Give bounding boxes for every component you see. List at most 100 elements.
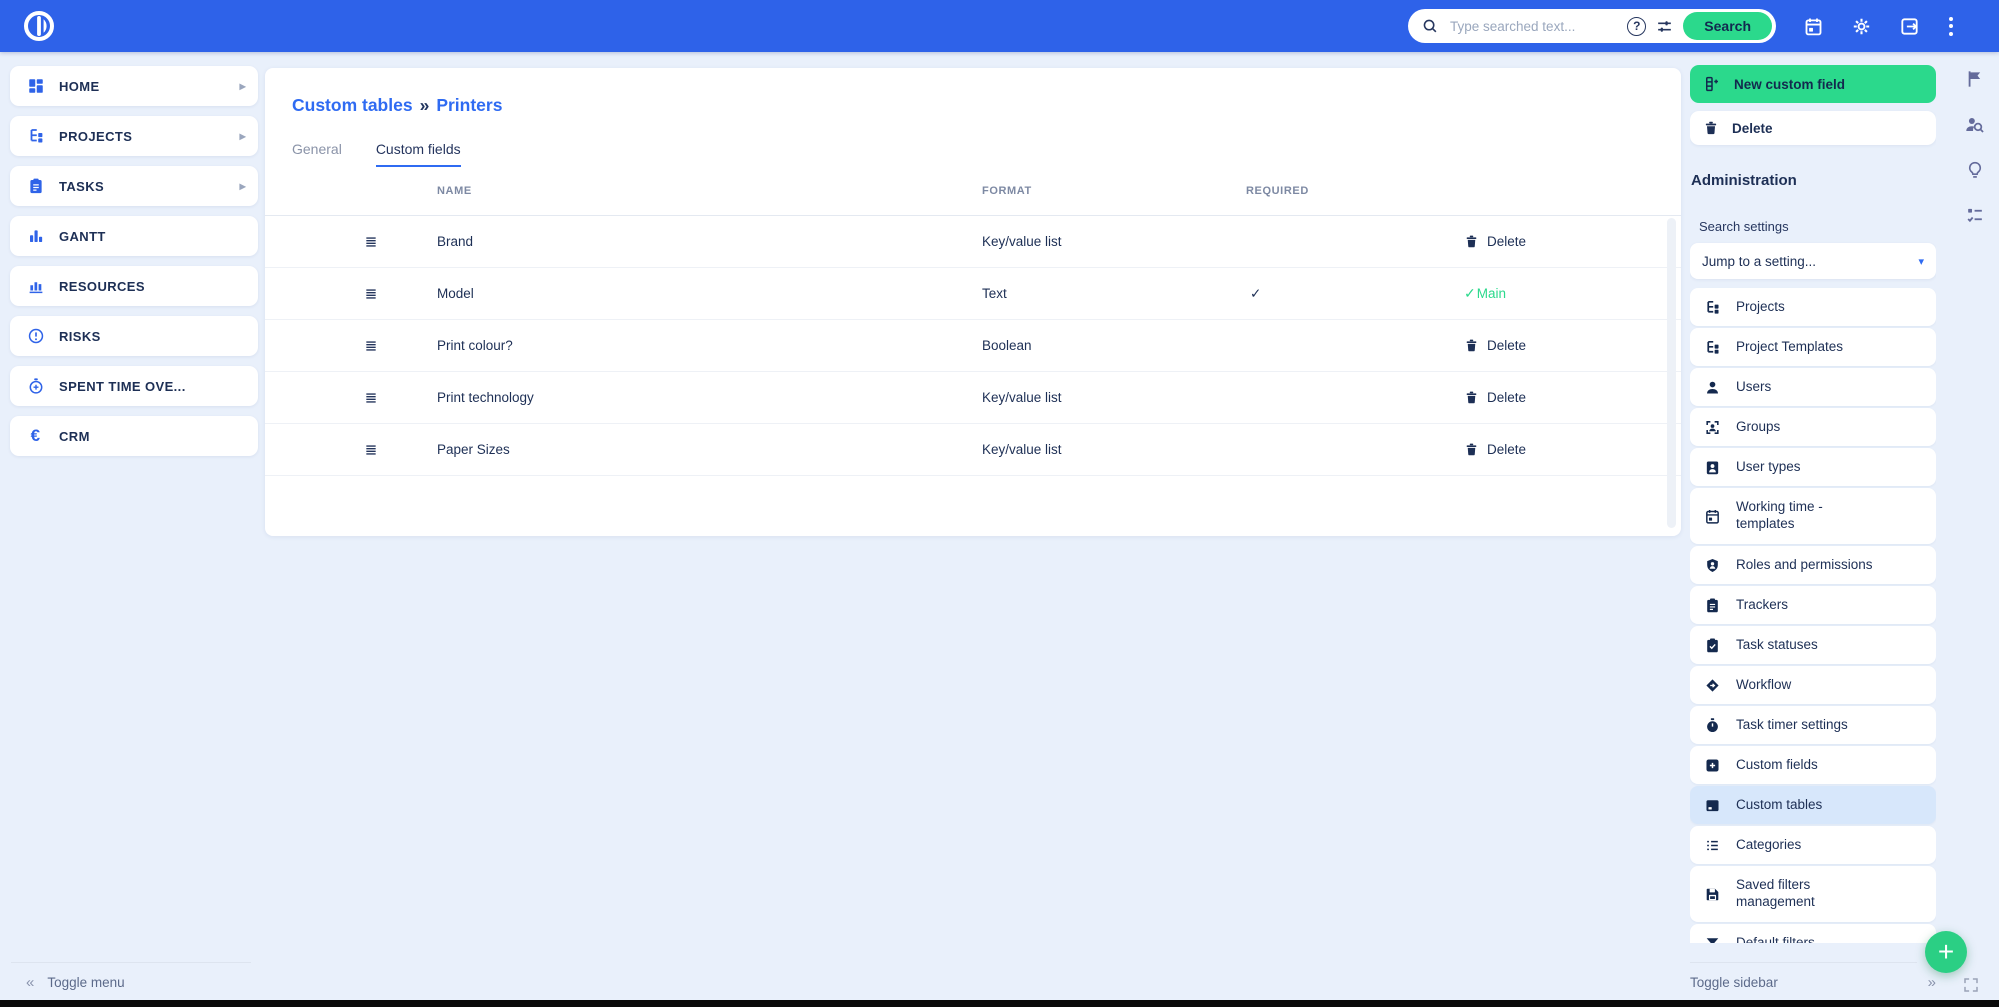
chevron-right-icon: ▸ bbox=[239, 129, 246, 143]
shield-user-icon bbox=[1703, 557, 1722, 574]
custom-fields-table: NAME FORMAT REQUIRED Brand Key/value lis… bbox=[265, 167, 1681, 476]
tab-general[interactable]: General bbox=[292, 141, 342, 167]
search-input[interactable] bbox=[1448, 17, 1619, 35]
search-button[interactable]: Search bbox=[1683, 12, 1772, 40]
admin-item-custom-fields[interactable]: Custom fields bbox=[1690, 746, 1936, 784]
drag-handle-icon[interactable] bbox=[305, 339, 437, 353]
trash-icon bbox=[1464, 442, 1479, 457]
field-format: Text bbox=[982, 286, 1007, 301]
tab-custom-fields[interactable]: Custom fields bbox=[375, 141, 461, 167]
sidebar-item-crm[interactable]: € CRM bbox=[10, 416, 258, 456]
right-icon-rail bbox=[1950, 52, 1999, 225]
admin-item-label: Project Templates bbox=[1736, 338, 1844, 354]
delete-field-button[interactable]: Delete bbox=[1464, 442, 1657, 457]
admin-item-categories[interactable]: Categories bbox=[1690, 826, 1936, 864]
sidebar-item-resources[interactable]: RESOURCES bbox=[10, 266, 258, 306]
gear-icon[interactable] bbox=[1851, 16, 1872, 37]
trash-icon bbox=[1464, 338, 1479, 353]
sidebar-item-label: TASKS bbox=[59, 178, 105, 194]
calendar-icon[interactable] bbox=[1803, 16, 1824, 37]
toggle-menu-button[interactable]: « Toggle menu bbox=[26, 974, 125, 991]
chevron-right-icon: ▸ bbox=[239, 79, 246, 93]
admin-item-users[interactable]: Users bbox=[1690, 368, 1936, 406]
sidebar-item-home[interactable]: HOME ▸ bbox=[10, 66, 258, 106]
app-logo[interactable] bbox=[22, 9, 56, 43]
admin-item-roles-permissions[interactable]: Roles and permissions bbox=[1690, 546, 1936, 584]
table-icon bbox=[1703, 797, 1722, 814]
fullscreen-icon[interactable] bbox=[1962, 976, 1980, 994]
flag-icon[interactable] bbox=[1965, 69, 1985, 89]
admin-item-label: Custom tables bbox=[1736, 796, 1823, 812]
chevron-down-icon: ▾ bbox=[1918, 255, 1924, 268]
admin-item-project-templates[interactable]: Project Templates bbox=[1690, 328, 1936, 366]
admin-item-label: Projects bbox=[1736, 298, 1785, 314]
sidebar-item-tasks[interactable]: TASKS ▸ bbox=[10, 166, 258, 206]
delete-field-button[interactable]: Delete bbox=[1464, 338, 1657, 353]
admin-item-custom-tables[interactable]: Custom tables bbox=[1690, 786, 1936, 824]
delete-field-button[interactable]: Delete bbox=[1464, 234, 1657, 249]
table-header-row: NAME FORMAT REQUIRED bbox=[265, 167, 1681, 216]
delete-field-button[interactable]: Delete bbox=[1464, 390, 1657, 405]
delete-label: Delete bbox=[1487, 234, 1527, 249]
admin-item-working-time-templates[interactable]: Working time - templates bbox=[1690, 488, 1936, 544]
admin-item-label: Custom fields bbox=[1736, 756, 1818, 772]
field-name: Print technology bbox=[437, 390, 534, 405]
sidebar-item-label: CRM bbox=[59, 428, 90, 444]
table-scrollbar[interactable] bbox=[1667, 218, 1676, 528]
drag-handle-icon[interactable] bbox=[305, 287, 437, 301]
table-row: Print colour? Boolean Delete bbox=[265, 320, 1681, 372]
admin-item-projects[interactable]: Projects bbox=[1690, 288, 1936, 326]
add-fab-button[interactable]: + bbox=[1925, 931, 1967, 973]
breadcrumb-parent-link[interactable]: Custom tables bbox=[292, 95, 413, 115]
admin-item-task-statuses[interactable]: Task statuses bbox=[1690, 626, 1936, 664]
drag-handle-icon[interactable] bbox=[305, 391, 437, 405]
new-custom-field-button[interactable]: New custom field bbox=[1690, 65, 1936, 103]
admin-item-saved-filters[interactable]: Saved filters management bbox=[1690, 866, 1936, 922]
tune-icon[interactable] bbox=[1655, 17, 1674, 36]
euro-icon: € bbox=[30, 426, 41, 445]
workflow-icon bbox=[1703, 677, 1722, 694]
sidebar-item-projects[interactable]: PROJECTS ▸ bbox=[10, 116, 258, 156]
lightbulb-icon[interactable] bbox=[1965, 160, 1985, 180]
help-icon[interactable]: ? bbox=[1627, 16, 1647, 36]
kebab-menu-icon[interactable] bbox=[1947, 15, 1955, 38]
sidebar-item-spent-time[interactable]: SPENT TIME OVE... bbox=[10, 366, 258, 406]
admin-item-trackers[interactable]: Trackers bbox=[1690, 586, 1936, 624]
checklist-icon[interactable] bbox=[1965, 205, 1985, 225]
breadcrumb-current-link[interactable]: Printers bbox=[436, 95, 502, 115]
drag-handle-icon[interactable] bbox=[305, 443, 437, 457]
toggle-sidebar-label[interactable]: Toggle sidebar bbox=[1690, 975, 1928, 990]
admin-item-task-timer-settings[interactable]: Task timer settings bbox=[1690, 706, 1936, 744]
admin-item-user-types[interactable]: User types bbox=[1690, 448, 1936, 486]
user-icon bbox=[1703, 379, 1722, 396]
tab-bar: General Custom fields bbox=[265, 141, 1681, 167]
floppy-save-icon bbox=[1703, 886, 1722, 903]
chevron-double-left-icon: « bbox=[26, 974, 35, 991]
admin-item-workflow[interactable]: Workflow bbox=[1690, 666, 1936, 704]
calendar-icon bbox=[1703, 508, 1722, 525]
main-content-card: Custom tables » Printers General Custom fi… bbox=[265, 68, 1681, 536]
alert-circle-icon bbox=[25, 327, 46, 345]
global-search: ? Search bbox=[1408, 9, 1776, 43]
field-name: Brand bbox=[437, 234, 474, 249]
chevron-double-right-icon[interactable]: » bbox=[1928, 974, 1936, 991]
admin-item-groups[interactable]: Groups bbox=[1690, 408, 1936, 446]
user-search-icon[interactable] bbox=[1964, 114, 1985, 135]
delete-label: Delete bbox=[1487, 390, 1527, 405]
sidebar-item-risks[interactable]: RISKS bbox=[10, 316, 258, 356]
column-header-format: FORMAT bbox=[982, 185, 1032, 197]
delete-button[interactable]: Delete bbox=[1690, 111, 1936, 145]
admin-item-label: Task timer settings bbox=[1736, 716, 1848, 732]
jump-to-setting-dropdown[interactable]: Jump to a setting... ▾ bbox=[1690, 243, 1936, 279]
admin-item-label: Categories bbox=[1736, 836, 1802, 852]
field-name: Paper Sizes bbox=[437, 442, 510, 457]
trash-icon bbox=[1464, 234, 1479, 249]
field-format: Boolean bbox=[982, 338, 1032, 353]
plus-icon: + bbox=[1937, 936, 1955, 967]
chevron-right-icon: ▸ bbox=[239, 179, 246, 193]
sidebar-item-gantt[interactable]: GANTT bbox=[10, 216, 258, 256]
dropdown-placeholder: Jump to a setting... bbox=[1702, 253, 1817, 269]
drag-handle-icon[interactable] bbox=[305, 235, 437, 249]
admin-item-default-filters[interactable]: Default filters bbox=[1690, 924, 1936, 943]
logout-icon[interactable] bbox=[1899, 16, 1920, 37]
